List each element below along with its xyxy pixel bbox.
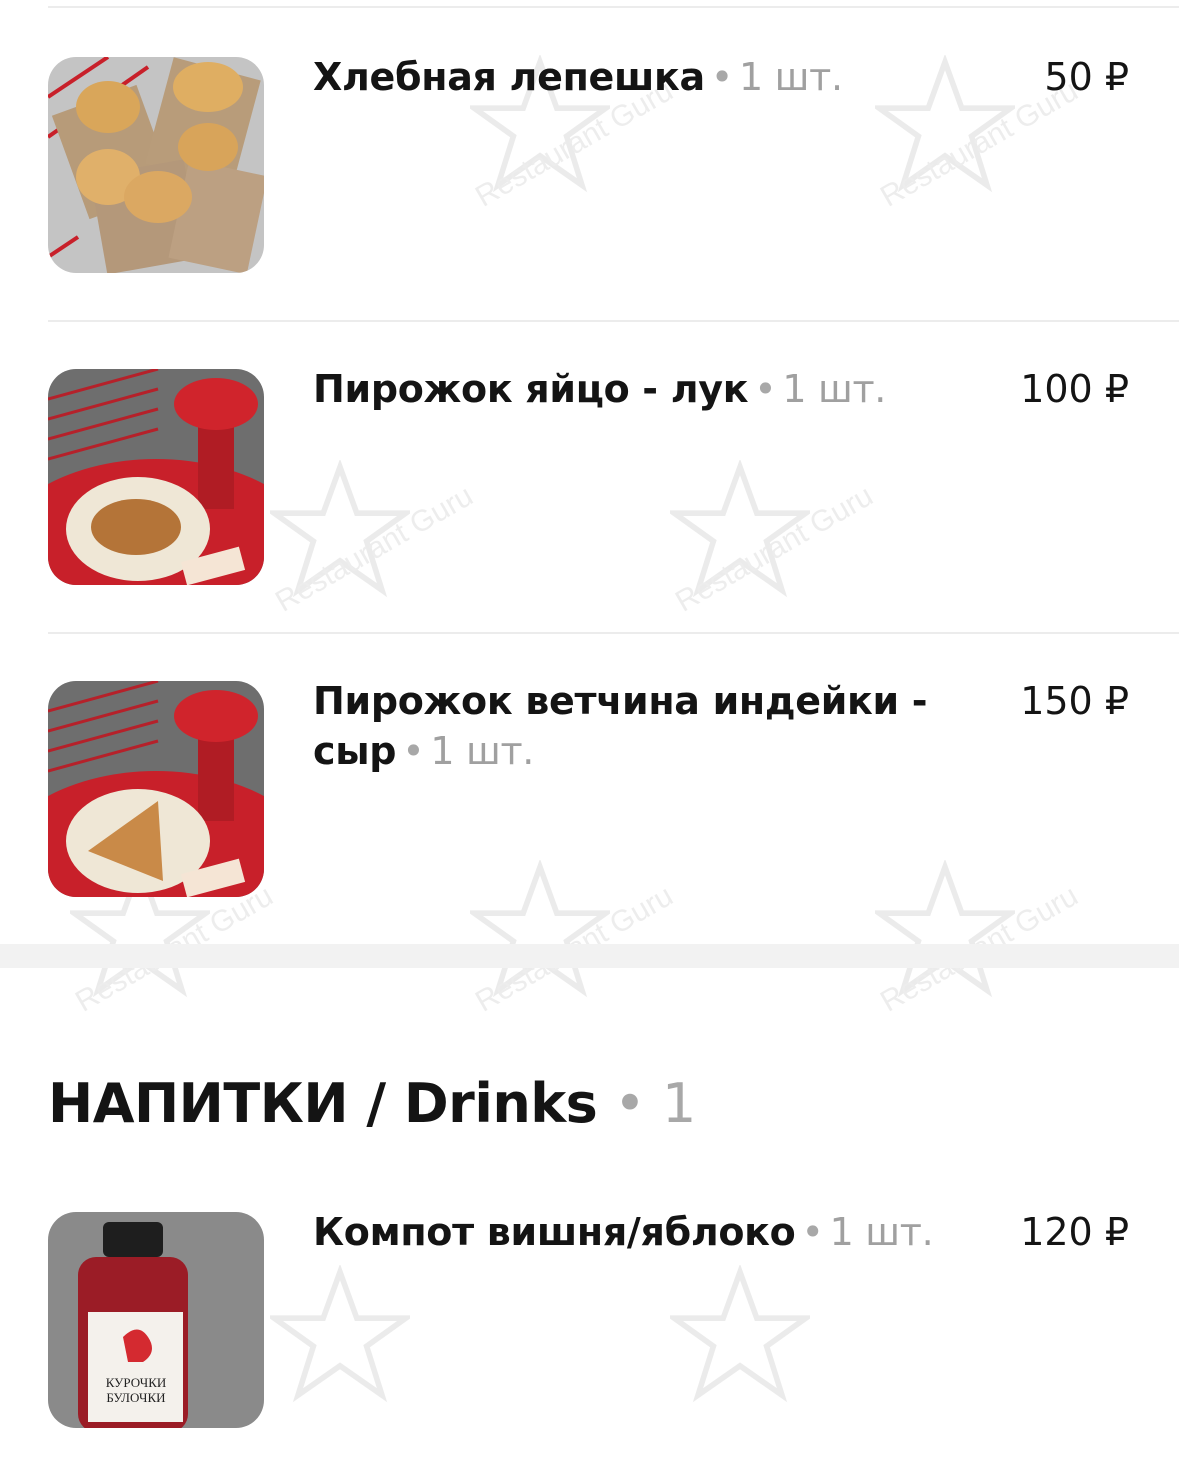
separator-dot: • (402, 729, 425, 773)
menu-item[interactable]: Хлебная лепешка • 1 шт. 50 ₽ (0, 0, 1179, 312)
separator-dot: • (801, 1210, 824, 1254)
menu-item[interactable]: Пирожок ветчина индейки - сыр • 1 шт. 150 … (0, 624, 1179, 936)
item-name-line: Пирожок яйцо - лук • 1 шт. (313, 364, 1003, 414)
item-price: 150 ₽ (1020, 679, 1129, 723)
menu-item[interactable]: Пирожок яйцо - лук • 1 шт. 100 ₽ (0, 312, 1179, 624)
item-name-line: Компот вишня/яблоко • 1 шт. (313, 1207, 1003, 1257)
pie-on-plate-photo (48, 681, 264, 897)
bottle-photo: КУРОЧКИ БУЛОЧКИ (48, 1212, 264, 1428)
flatbread-photo (48, 57, 264, 273)
item-quantity: 1 шт. (782, 367, 887, 411)
item-price: 100 ₽ (1020, 367, 1129, 411)
item-price: 50 ₽ (1044, 55, 1129, 99)
separator-dot: • (754, 367, 777, 411)
section-count: 1 (662, 1072, 696, 1135)
item-quantity: 1 шт. (829, 1210, 934, 1254)
separator-dot: • (710, 55, 734, 99)
item-quantity: 1 шт. (430, 729, 535, 773)
item-name-line: Хлебная лепешка • 1 шт. (313, 52, 1003, 102)
menu-item[interactable]: КУРОЧКИ БУЛОЧКИ Компот вишня/яблоко • 1 шт… (0, 1155, 1179, 1467)
item-name: Пирожок яйцо - лук (313, 367, 749, 411)
bottle-label-text: КУРОЧКИ (106, 1375, 167, 1390)
item-name-line: Пирожок ветчина индейки - сыр • 1 шт. (313, 676, 1003, 776)
bottle-label-text: БУЛОЧКИ (106, 1390, 165, 1405)
pie-on-plate-photo (48, 369, 264, 585)
item-name: Компот вишня/яблоко (313, 1210, 796, 1254)
section-title: НАПИТКИ / Drinks • 1 (48, 1070, 696, 1138)
section-separator (0, 944, 1179, 968)
section-title-text: НАПИТКИ / Drinks (48, 1072, 598, 1135)
item-name: Хлебная лепешка (313, 55, 705, 99)
section-count-dot: • (597, 1072, 663, 1135)
item-quantity: 1 шт. (739, 55, 843, 99)
item-price: 120 ₽ (1020, 1210, 1129, 1254)
